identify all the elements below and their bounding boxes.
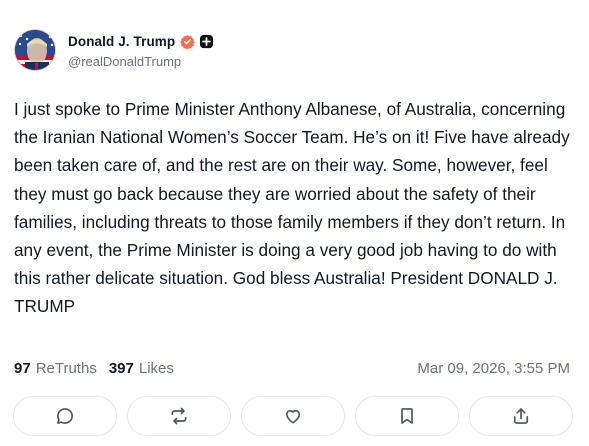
action-bar [13,396,573,436]
display-name[interactable]: Donald J. Trump [68,34,175,49]
post-card: Donald J. Trump @realDonaldTrump I just … [0,0,589,446]
flag-portrait-avatar [15,30,55,70]
verified-badge-icon [180,34,196,49]
share-button[interactable] [469,396,573,436]
handle[interactable]: @realDonaldTrump [68,54,214,69]
timestamp[interactable]: Mar 09, 2026, 3:55 PM [417,360,570,377]
plus-square-icon[interactable] [199,34,214,49]
bookmark-icon [401,408,413,424]
comment-icon [57,408,73,424]
like-button[interactable] [241,396,345,436]
share-icon [513,408,529,424]
post-text: I just spoke to Prime Minister Anthony A… [14,99,570,317]
likes-label[interactable]: Likes [139,360,174,377]
heart-icon [285,409,301,424]
likes-count[interactable]: 397 [109,360,134,377]
bookmark-button[interactable] [355,396,459,436]
author-identity: Donald J. Trump @realDonaldTrump [68,31,214,69]
avatar[interactable] [14,29,56,71]
retruths-count[interactable]: 97 [14,360,31,377]
repost-icon [171,407,187,425]
reply-button[interactable] [13,396,117,436]
post-header: Donald J. Trump @realDonaldTrump [14,28,214,72]
name-row: Donald J. Trump [68,31,214,51]
retruths-label[interactable]: ReTruths [36,360,97,377]
retruth-button[interactable] [127,396,231,436]
post-stats: 97 ReTruths 397 Likes Mar 09, 2026, 3:55… [14,357,574,379]
